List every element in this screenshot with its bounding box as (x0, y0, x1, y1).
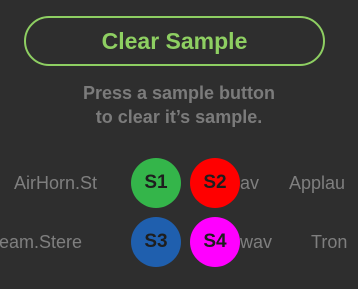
sample-button-s4[interactable]: S4 (190, 217, 240, 267)
sample-filename-right: Tron (311, 232, 348, 252)
sample-filename-left: eam.Stere (0, 232, 83, 252)
sample-row-1: AirHorn.St av Applau S1 S2 (0, 157, 358, 209)
clear-sample-screen: Clear Sample Press a sample button to cl… (0, 0, 358, 289)
hint-line-1: Press a sample button (82, 83, 276, 103)
sample-filename-left: AirHorn.St (14, 173, 98, 193)
sample-button-s2[interactable]: S2 (190, 158, 240, 208)
sample-row-2: eam.Stere wav Tron S3 S4 (0, 216, 358, 268)
sample-filename-middle: av (240, 173, 260, 193)
sample-filename-right: Applau (289, 173, 346, 193)
clear-sample-button[interactable]: Clear Sample (24, 16, 325, 66)
sample-button-s3[interactable]: S3 (131, 217, 181, 267)
sample-button-s1[interactable]: S1 (131, 158, 181, 208)
hint-line-2: to clear it’s sample. (95, 107, 263, 127)
sample-filename-middle: wav (240, 232, 273, 252)
